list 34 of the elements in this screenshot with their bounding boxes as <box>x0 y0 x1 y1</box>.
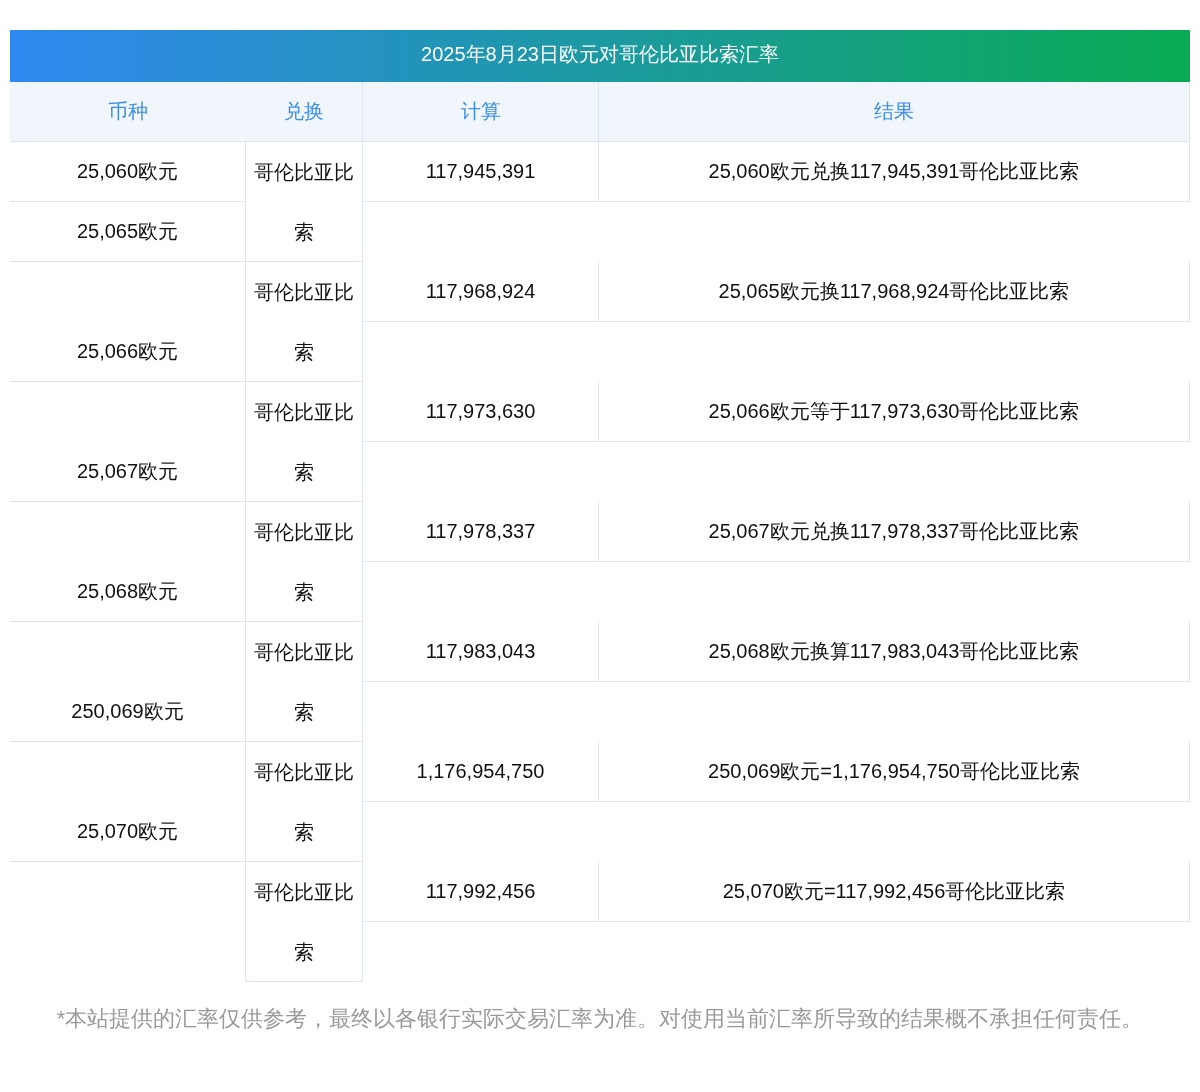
table-cell: 25,065欧元 <box>10 202 245 262</box>
table-cell: 1,176,954,750 <box>363 742 599 802</box>
table-cell: 哥伦比亚比索 <box>245 262 363 382</box>
column-header: 兑换 <box>245 82 363 142</box>
table-cell: 25,066欧元等于117,973,630哥伦比亚比索 <box>599 382 1190 442</box>
table-cell: 哥伦比亚比索 <box>245 862 363 982</box>
table-cell: 25,065欧元换117,968,924哥伦比亚比索 <box>599 262 1190 322</box>
table-cell: 25,066欧元 <box>10 322 245 382</box>
table-cell: 哥伦比亚比索 <box>245 502 363 622</box>
table-cell: 25,060欧元兑换117,945,391哥伦比亚比索 <box>599 142 1190 202</box>
table-cell: 25,068欧元 <box>10 562 245 622</box>
table-cell: 哥伦比亚比索 <box>245 622 363 742</box>
table-cell: 哥伦比亚比索 <box>245 142 363 262</box>
table-cell: 25,070欧元 <box>10 802 245 862</box>
table-title: 2025年8月23日欧元对哥伦比亚比索汇率 <box>10 30 1190 82</box>
table-cell: 117,945,391 <box>363 142 599 202</box>
column-header: 币种 <box>10 82 245 142</box>
table-cell: 25,070欧元=117,992,456哥伦比亚比索 <box>599 862 1190 922</box>
table-cell: 117,968,924 <box>363 262 599 322</box>
disclaimer-text: *本站提供的汇率仅供参考，最终以各银行实际交易汇率为准。对使用当前汇率所导致的结果概不承担任何责任。 <box>55 1005 1145 1033</box>
table-cell: 117,973,630 <box>363 382 599 442</box>
table-cell: 117,983,043 <box>363 622 599 682</box>
table-cell: 25,068欧元换算117,983,043哥伦比亚比索 <box>599 622 1190 682</box>
table-cell: 250,069欧元=1,176,954,750哥伦比亚比索 <box>599 742 1190 802</box>
table-cell: 哥伦比亚比索 <box>245 742 363 862</box>
column-header: 计算 <box>363 82 599 142</box>
table-cell: 25,060欧元 <box>10 142 245 202</box>
table-cell: 哥伦比亚比索 <box>245 382 363 502</box>
table-cell: 25,067欧元兑换117,978,337哥伦比亚比索 <box>599 502 1190 562</box>
column-header: 结果 <box>599 82 1190 142</box>
table-cell: 25,067欧元 <box>10 442 245 502</box>
table-cell: 117,992,456 <box>363 862 599 922</box>
table-cell: 117,978,337 <box>363 502 599 562</box>
table-cell: 250,069欧元 <box>10 682 245 742</box>
